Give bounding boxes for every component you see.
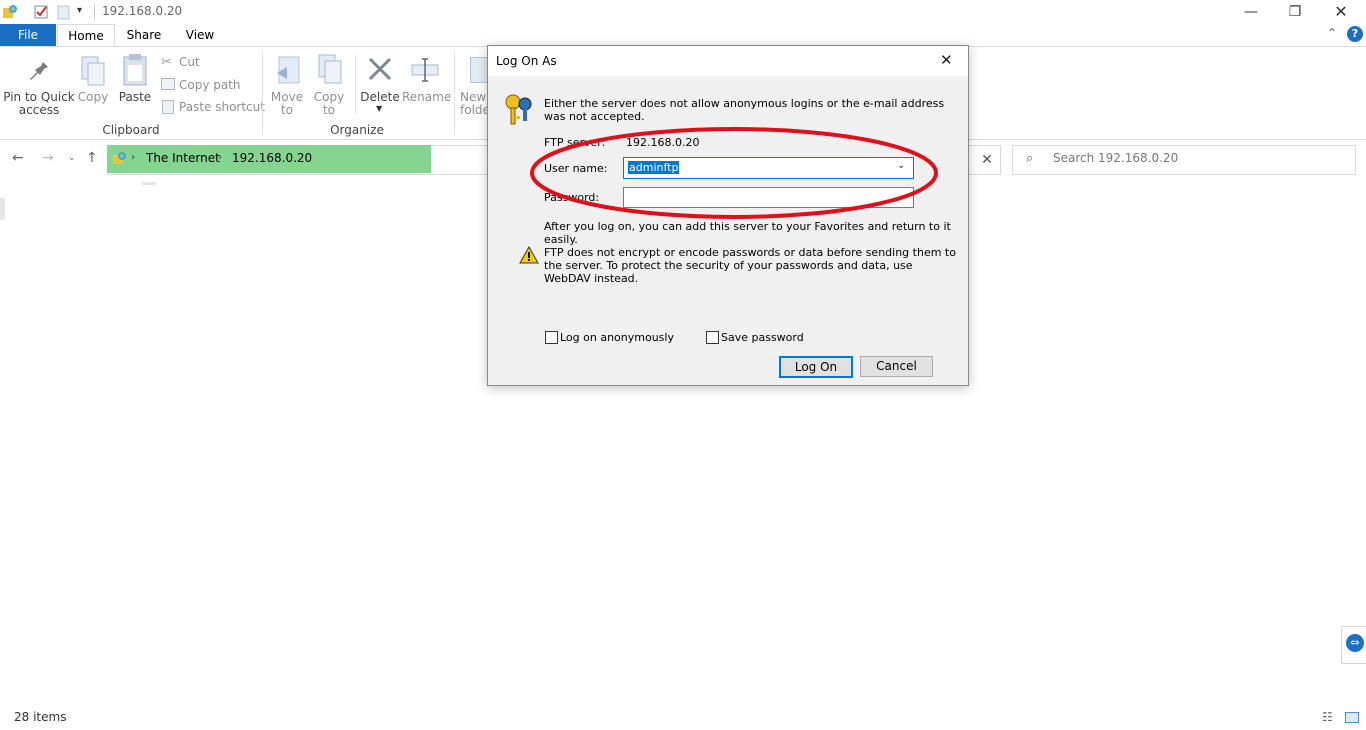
log-on-anonymously-checkbox[interactable] (545, 331, 558, 344)
delete-icon (366, 55, 394, 86)
dialog-close-icon[interactable]: ✕ (940, 51, 953, 69)
paste-shortcut-icon (162, 100, 174, 114)
ribbon-separator (355, 55, 356, 115)
item-count: 28 items (14, 710, 67, 724)
status-bar: 28 items ☷ (0, 708, 1366, 730)
tab-file[interactable]: File (0, 24, 56, 46)
pin-label-line2: access (18, 103, 60, 117)
organize-group-label: Organize (330, 123, 384, 137)
security-warning: FTP does not encrypt or encode passwords… (544, 246, 956, 285)
copy-to-button[interactable]: Copy to (310, 91, 348, 117)
help-icon[interactable]: ? (1347, 26, 1363, 42)
save-password-label[interactable]: Save password (721, 331, 804, 344)
up-icon[interactable]: ↑ (86, 150, 98, 166)
copy-to-icon (317, 53, 343, 90)
move-to-button[interactable]: Move to (268, 91, 306, 117)
delete-dropdown-icon[interactable]: ▼ (376, 104, 382, 113)
new-folder-button[interactable]: New folder (460, 91, 495, 117)
pin-to-quick-access-button[interactable]: Pin to Quick access (2, 91, 76, 117)
cut-icon: ✂ (161, 55, 172, 70)
copy-path-button[interactable]: Copy path (179, 78, 241, 92)
paste-shortcut-button[interactable]: Paste shortcut (179, 100, 265, 114)
customize-quick-access-icon[interactable]: ▾ (77, 5, 82, 16)
copy-to-line2: to (322, 103, 336, 117)
copy-button[interactable]: Copy (76, 91, 110, 104)
tab-home[interactable]: Home (57, 24, 115, 47)
back-icon[interactable]: ← (12, 150, 24, 166)
log-on-anonymously-label[interactable]: Log on anonymously (560, 331, 674, 344)
dialog-title: Log On As (496, 54, 557, 68)
stop-loading-icon[interactable]: ✕ (975, 146, 999, 174)
warning-icon (519, 245, 539, 267)
large-icons-view-icon[interactable] (1345, 712, 1359, 723)
rename-icon (410, 57, 440, 86)
teamviewer-tab[interactable]: ⇔ (1341, 626, 1366, 664)
cancel-button[interactable]: Cancel (860, 356, 933, 377)
move-to-icon (275, 55, 301, 90)
breadcrumb-the-internet[interactable]: The Internet (146, 151, 220, 165)
annotation-ellipse (530, 127, 938, 219)
properties-icon[interactable] (33, 4, 49, 20)
nav-pane-edge (0, 198, 5, 220)
delete-button[interactable]: Delete (360, 91, 400, 104)
dialog-title-bar: Log On As ✕ (488, 46, 968, 76)
teamviewer-icon: ⇔ (1346, 634, 1364, 652)
minimize-icon[interactable]: — (1228, 2, 1274, 22)
tab-view[interactable]: View (176, 24, 224, 46)
ribbon-tabs: File Home Share View ⌃ ? (0, 24, 1366, 47)
forward-icon[interactable]: → (42, 150, 54, 166)
ribbon-separator (262, 51, 263, 135)
ftp-folder-icon (2, 4, 18, 20)
move-to-line2: to (280, 103, 294, 117)
close-icon[interactable]: ✕ (1318, 2, 1364, 22)
ribbon-separator (454, 51, 455, 135)
breadcrumb-server[interactable]: 192.168.0.20 (232, 151, 312, 165)
breadcrumb-chevron-icon[interactable]: › (131, 152, 135, 163)
cut-button[interactable]: Cut (179, 55, 200, 69)
network-location-icon (112, 150, 128, 169)
save-password-checkbox[interactable] (706, 331, 719, 344)
new-folder-icon[interactable] (56, 4, 72, 20)
title-separator (94, 4, 95, 20)
log-on-button[interactable]: Log On (779, 356, 853, 378)
recent-locations-icon[interactable]: ⌄ (68, 153, 76, 163)
search-icon: ⌕ (1026, 151, 1034, 166)
clipboard-group-label: Clipboard (102, 123, 160, 137)
restore-icon[interactable]: ❐ (1272, 2, 1318, 22)
copy-path-icon (161, 78, 175, 90)
collapse-ribbon-icon[interactable]: ⌃ (1327, 26, 1337, 40)
new-folder-line2: folder (460, 103, 495, 117)
dialog-message: Either the server does not allow anonymo… (544, 97, 945, 123)
title-bar: ▾ 192.168.0.20 — ❐ ✕ (0, 0, 1366, 24)
tab-share[interactable]: Share (120, 24, 168, 46)
details-view-icon[interactable]: ☷ (1322, 710, 1333, 724)
nav-pane-fragment (142, 182, 156, 185)
pin-icon (26, 57, 50, 86)
rename-button[interactable]: Rename (402, 91, 451, 104)
window-title: 192.168.0.20 (102, 4, 183, 18)
paste-icon (122, 53, 148, 90)
search-placeholder: Search 192.168.0.20 (1053, 151, 1179, 165)
paste-button[interactable]: Paste (116, 91, 154, 104)
copy-icon (80, 55, 106, 90)
breadcrumb-chevron-icon[interactable]: › (218, 152, 222, 163)
